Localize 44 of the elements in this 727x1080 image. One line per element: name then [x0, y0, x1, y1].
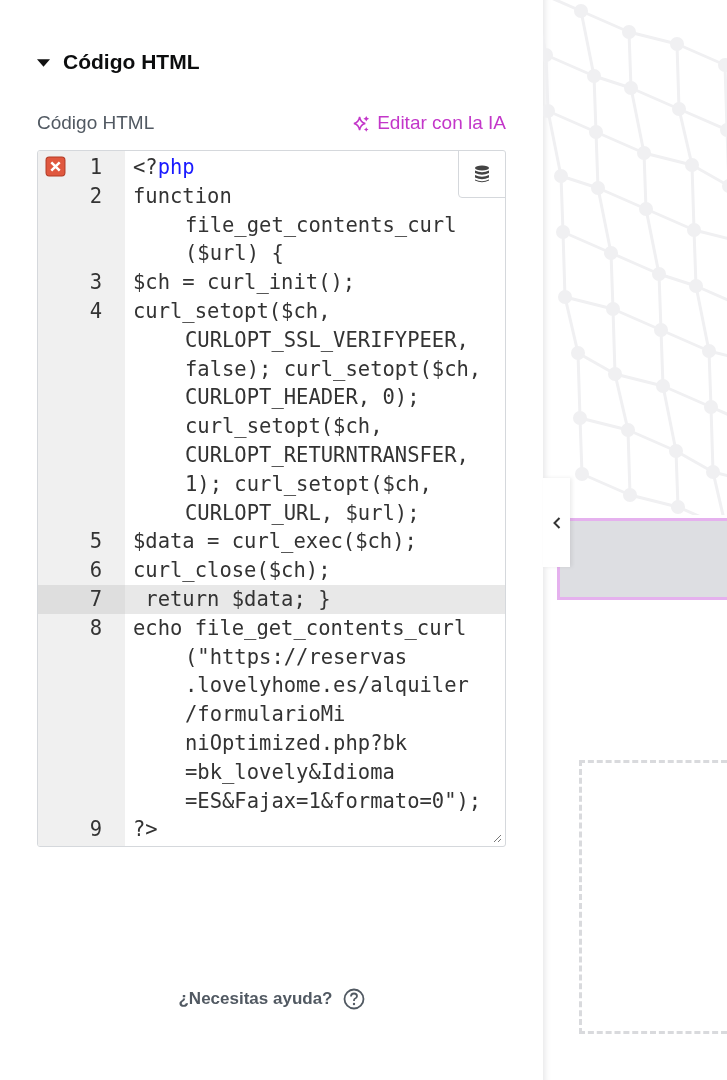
code-line: $data = curl_exec($ch);: [133, 528, 417, 556]
database-icon: [474, 165, 490, 183]
code-line: 1); curl_setopt($ch,: [184, 470, 433, 498]
code-editor[interactable]: [37, 150, 506, 848]
line-number: 2: [89, 182, 102, 210]
code-line: curl_setopt($ch,: [184, 413, 384, 441]
database-button[interactable]: [458, 151, 505, 198]
field-label: Código HTML: [37, 112, 155, 134]
line-number: 6: [89, 557, 102, 585]
code-line: =bk_lovely&Idioma: [184, 758, 396, 786]
code-line: CURLOPT_RETURNTRANSFER,: [184, 441, 470, 469]
code-line: curl_close($ch);: [133, 557, 331, 585]
help-link[interactable]: ¿Necesitas ayuda?: [178, 989, 333, 1009]
line-number: 9: [89, 816, 102, 844]
code-line: /formularioMi: [184, 701, 347, 729]
line-number: 3: [89, 269, 102, 297]
code-line: .lovelyhome.es/alquiler: [184, 672, 470, 700]
code-line: niOptimized.php?bk: [184, 729, 409, 757]
code-line: ("https://reservas: [184, 643, 409, 671]
line-number: 8: [89, 614, 102, 642]
code-line: ?>: [133, 816, 158, 844]
sparkle-icon: [352, 113, 372, 133]
resize-handle[interactable]: [492, 833, 502, 844]
code-line: <?php: [133, 154, 195, 181]
line-number: 1: [89, 154, 102, 181]
code-line: =ES&Fajax=1&formato=0");: [184, 787, 482, 815]
section-title[interactable]: Código HTML: [63, 50, 200, 74]
code-line: false); curl_setopt($ch,: [184, 355, 482, 383]
ai-edit-link[interactable]: Editar con la IA: [352, 112, 506, 134]
line-number: 7: [89, 585, 102, 613]
line-number: 4: [89, 298, 102, 325]
help-icon[interactable]: [342, 988, 365, 1010]
code-line: $ch = curl_init();: [133, 269, 356, 297]
line-number: 5: [89, 528, 102, 556]
code-line: function: [133, 182, 233, 210]
code-line: CURLOPT_URL, $url);: [184, 499, 421, 527]
code-line: CURLOPT_HEADER, 0);: [184, 384, 421, 412]
chevron-left-icon: [552, 516, 561, 529]
code-line: ($url) {: [184, 240, 285, 268]
code-line: CURLOPT_SSL_VERIFYPEER,: [184, 326, 470, 354]
code-line: curl_setopt($ch,: [133, 298, 332, 325]
code-line: file_get_contents_curl: [184, 211, 457, 239]
code-line: echo file_get_contents_curl: [133, 614, 468, 642]
code-line: return $data; }: [144, 585, 331, 613]
